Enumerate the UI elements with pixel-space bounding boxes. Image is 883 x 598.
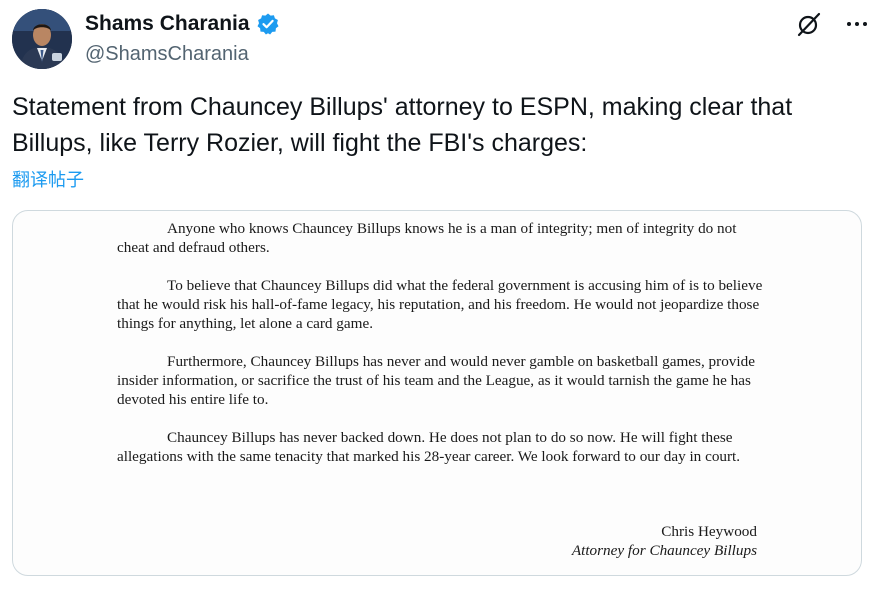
grok-icon[interactable] — [796, 11, 822, 37]
statement-paragraph: Furthermore, Chauncey Billups has never … — [117, 353, 755, 408]
author-name-row: Shams Charania — [85, 11, 280, 37]
tweet-text: Statement from Chauncey Billups' attorne… — [12, 93, 793, 157]
translate-post-link[interactable]: 翻译帖子 — [12, 168, 84, 192]
tweet-header: Shams Charania @ShamsCharania — [12, 9, 872, 71]
statement-image[interactable]: Anyone who knows Chauncey Billups knows … — [12, 210, 862, 576]
statement-paragraph: Chauncey Billups has never backed down. … — [117, 429, 741, 465]
verified-badge-icon[interactable] — [256, 12, 280, 36]
statement-paragraph: To believe that Chauncey Billups did wha… — [117, 277, 763, 332]
signer-name: Chris Heywood — [661, 523, 757, 540]
statement-signature: Chris Heywood Attorney for Chauncey Bill… — [572, 522, 757, 560]
author-handle[interactable]: @ShamsCharania — [85, 41, 249, 67]
author-display-name[interactable]: Shams Charania — [85, 11, 250, 37]
avatar[interactable] — [12, 9, 72, 69]
statement-document: Anyone who knows Chauncey Billups knows … — [117, 219, 767, 485]
more-horizontal-icon[interactable] — [844, 11, 870, 37]
signer-title: Attorney for Chauncey Billups — [571, 542, 757, 559]
statement-paragraph: Anyone who knows Chauncey Billups knows … — [117, 220, 737, 256]
